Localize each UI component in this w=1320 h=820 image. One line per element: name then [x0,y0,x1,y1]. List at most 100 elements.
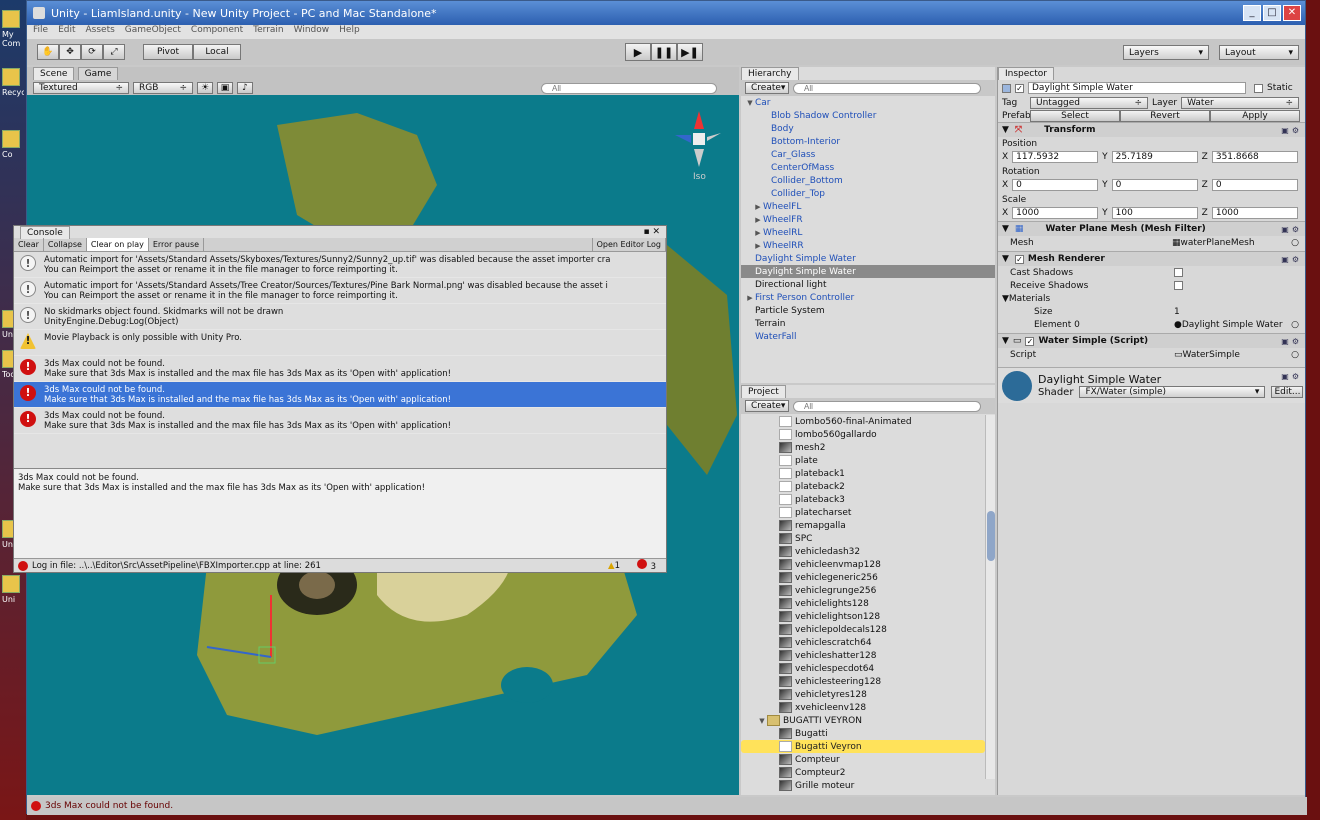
hierarchy-item[interactable]: Car_Glass [741,148,995,161]
clear-on-play-toggle[interactable]: Clear on play [86,238,149,251]
scene-gizmo[interactable] [675,111,721,167]
desktop-icon[interactable]: Uni [2,575,24,604]
mesh-renderer-header[interactable]: ▼ ✓ Mesh Renderer ▣ ⚙ [998,251,1305,266]
project-asset[interactable]: plateback1 [741,467,985,480]
menu-component[interactable]: Component [191,25,243,39]
maximize-button[interactable]: □ [1263,5,1281,21]
console-window-controls[interactable]: ▪ ✕ [643,227,660,237]
console-message[interactable]: ! 3ds Max could not be found. Make sure th… [14,356,666,382]
rotation-y-field[interactable]: 0 [1111,178,1198,191]
audio-toggle-icon[interactable]: ♪ [237,82,253,94]
scene-search-input[interactable] [541,82,717,94]
gear-icon[interactable]: ⚙ [1292,225,1299,234]
menu-edit[interactable]: Edit [58,25,75,39]
hierarchy-item[interactable]: Bottom-Interior [741,135,995,148]
scale-x-field[interactable]: 1000 [1012,206,1099,219]
tab-project[interactable]: Project [741,385,786,398]
hierarchy-item[interactable]: CenterOfMass [741,161,995,174]
menu-gameobject[interactable]: GameObject [125,25,181,39]
object-picker-icon[interactable]: ○ [1291,320,1299,330]
desktop-icon[interactable]: Recyc [2,68,24,97]
console-message[interactable]: ! 3ds Max could not be found. Make sure th… [14,382,666,408]
position-y-field[interactable]: 25.7189 [1111,150,1198,163]
menu-terrain[interactable]: Terrain [253,25,283,39]
pivot-toggle[interactable]: Pivot [143,44,193,60]
project-asset[interactable]: vehiclescratch64 [741,636,985,649]
hierarchy-item[interactable]: Body [741,122,995,135]
desktop-icon[interactable]: My Com [2,10,24,48]
project-search-input[interactable] [793,400,981,412]
hierarchy-item[interactable]: Collider_Bottom [741,174,995,187]
hierarchy-item[interactable]: ▶ First Person Controller [741,291,995,304]
project-asset[interactable]: vehiclegrunge256 [741,584,985,597]
prefab-select-button[interactable]: Select [1030,109,1120,122]
project-asset[interactable]: Grille moteur [741,779,985,792]
mesh-filter-header[interactable]: ▼ ▦ Water Plane Mesh (Mesh Filter) ▣ ⚙ [998,221,1305,236]
foldout-arrow-icon[interactable]: ▼ [1002,224,1009,234]
project-asset[interactable]: vehicleshatter128 [741,649,985,662]
tab-inspector[interactable]: Inspector [998,67,1054,80]
hand-tool-icon[interactable]: ✋ [37,44,59,60]
scale-z-field[interactable]: 1000 [1211,206,1298,219]
project-create-dropdown[interactable]: Create ▾ [745,400,789,412]
menu-file[interactable]: File [33,25,48,39]
hierarchy-item[interactable]: ▶ WheelFR [741,213,995,226]
foldout-arrow-icon[interactable]: ▶ [753,203,763,211]
clear-button[interactable]: Clear [14,238,44,251]
project-asset[interactable]: vehiclelightson128 [741,610,985,623]
help-icon[interactable]: ▣ [1281,225,1289,234]
project-asset[interactable]: vehicleenvmap128 [741,558,985,571]
project-asset[interactable]: remapgalla [741,519,985,532]
foldout-arrow-icon[interactable]: ▼ [1002,125,1009,135]
foldout-arrow-icon[interactable]: ▶ [753,216,763,224]
image-toggle-icon[interactable]: ▣ [217,82,233,94]
menu-window[interactable]: Window [294,25,330,39]
hierarchy-item[interactable]: ▼ Car [741,96,995,109]
foldout-arrow-icon[interactable]: ▼ [757,717,767,725]
layers-dropdown[interactable]: Layers ▾ [1123,45,1209,60]
prefab-apply-button[interactable]: Apply [1210,109,1300,122]
hierarchy-item[interactable]: Daylight Simple Water [741,265,995,278]
project-asset[interactable]: vehiclegeneric256 [741,571,985,584]
tab-hierarchy[interactable]: Hierarchy [741,67,799,80]
gear-icon[interactable]: ⚙ [1292,337,1299,346]
shader-dropdown[interactable]: FX/Water (simple) ▾ [1079,386,1266,398]
water-script-checkbox[interactable]: ✓ [1025,336,1035,346]
project-asset[interactable]: lombo560gallardo [741,428,985,441]
error-pause-toggle[interactable]: Error pause [149,238,205,251]
layout-dropdown[interactable]: Layout ▾ [1219,45,1299,60]
hierarchy-item[interactable]: WaterFall [741,330,995,343]
object-name-field[interactable]: Daylight Simple Water [1028,82,1246,94]
rotate-tool-icon[interactable]: ⟳ [81,44,103,60]
hierarchy-create-dropdown[interactable]: Create ▾ [745,82,789,94]
project-asset[interactable]: platecharset [741,506,985,519]
hierarchy-search-input[interactable] [793,82,981,94]
mesh-value[interactable]: waterPlaneMesh [1181,238,1255,248]
render-mode-dropdown[interactable]: Textured ÷ [33,82,129,94]
collapse-button[interactable]: Collapse [44,238,87,251]
gear-icon[interactable]: ⚙ [1292,255,1299,264]
desktop-icon[interactable]: Co [2,130,24,159]
project-asset[interactable]: vehicletyres128 [741,688,985,701]
project-scrollbar[interactable] [985,415,995,779]
project-asset[interactable]: xvehicleenv128 [741,701,985,714]
console-message[interactable]: ! Automatic import for 'Assets/Standard A… [14,252,666,278]
console-message[interactable]: ! 3ds Max could not be found. Make sure th… [14,408,666,434]
hierarchy-item[interactable]: Particle System [741,304,995,317]
position-x-field[interactable]: 117.5932 [1012,150,1099,163]
project-asset[interactable]: plateback3 [741,493,985,506]
open-editor-log-button[interactable]: Open Editor Log [591,238,666,251]
shader-edit-button[interactable]: Edit... [1271,386,1304,398]
foldout-arrow-icon[interactable]: ▶ [753,229,763,237]
move-tool-icon[interactable]: ✥ [59,44,81,60]
project-asset[interactable]: Lombo560-final-Animated [741,415,985,428]
project-asset[interactable]: vehiclesteering128 [741,675,985,688]
script-value[interactable]: WaterSimple [1183,350,1240,360]
close-button[interactable]: ✕ [1283,5,1301,21]
menu-assets[interactable]: Assets [86,25,115,39]
hierarchy-item[interactable]: ▶ WheelRR [741,239,995,252]
water-script-header[interactable]: ▼ ▭ ✓ Water Simple (Script) ▣ ⚙ [998,333,1305,348]
project-asset[interactable]: SPC [741,532,985,545]
receive-shadows-checkbox[interactable] [1174,281,1183,290]
foldout-arrow-icon[interactable]: ▶ [745,294,755,302]
